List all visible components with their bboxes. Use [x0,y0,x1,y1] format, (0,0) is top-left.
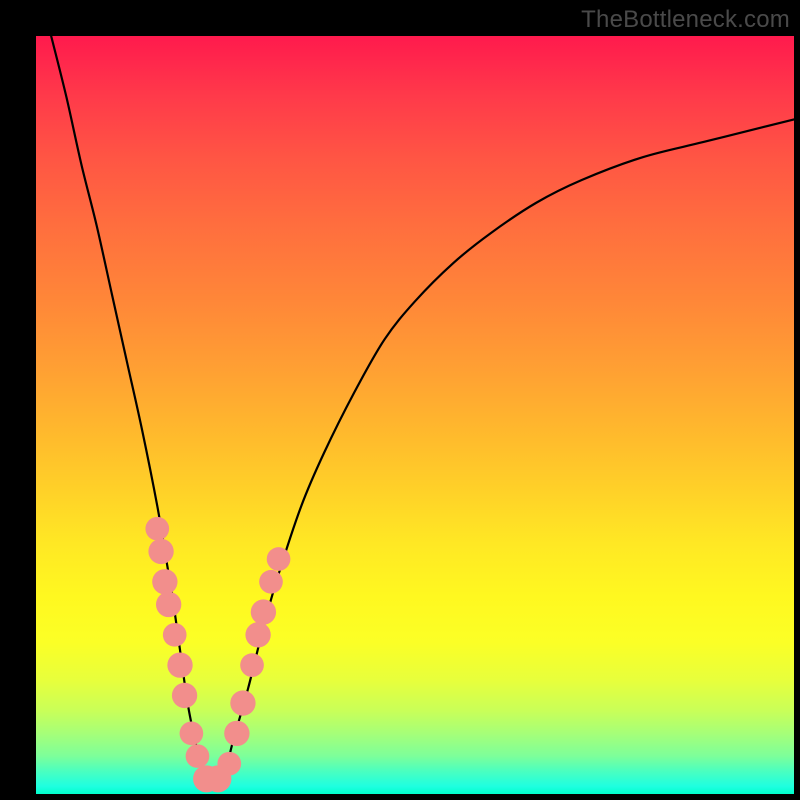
chart-frame: TheBottleneck.com [0,0,800,800]
curve-marker [145,517,169,541]
curve-marker [172,683,197,708]
curve-marker [230,690,255,715]
curve-marker [186,744,210,768]
curve-marker [259,570,283,594]
bottleneck-curve [51,36,794,788]
watermark-text: TheBottleneck.com [581,6,790,34]
marker-group [145,517,290,792]
curve-marker [163,623,187,647]
curve-marker [156,592,181,617]
curve-marker [267,547,291,571]
curve-marker [245,622,270,647]
curve-marker [148,539,173,564]
curve-marker [180,722,204,746]
curve-layer [36,36,794,794]
curve-marker [224,721,249,746]
curve-marker [251,599,276,624]
curve-marker [152,569,177,594]
curve-marker [240,653,264,677]
curve-marker [167,652,192,677]
plot-area [36,36,794,794]
curve-marker [217,752,241,776]
